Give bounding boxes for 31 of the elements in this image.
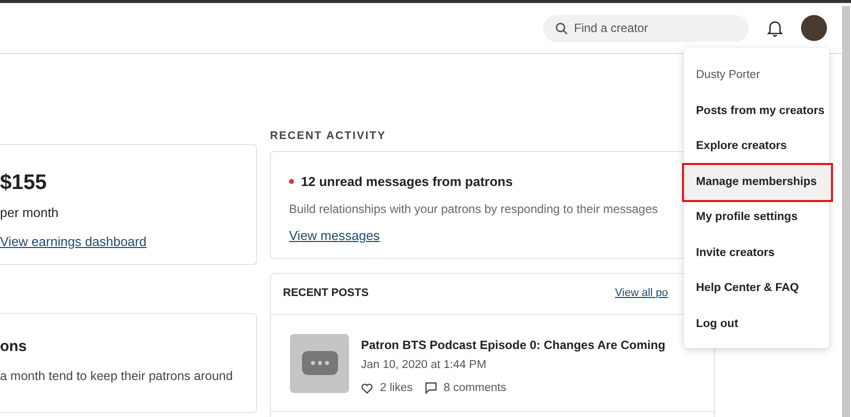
earnings-dashboard-link[interactable]: View earnings dashboard [0, 232, 146, 251]
user-name[interactable]: Dusty Porter [684, 58, 829, 94]
view-messages-link[interactable]: View messages [289, 226, 380, 246]
heart-icon[interactable] [361, 382, 373, 394]
activity-text: Build relationships with your patrons by responding to their messages [289, 201, 659, 218]
comment-icon[interactable] [424, 382, 437, 394]
bell-icon[interactable] [767, 19, 783, 37]
search-field[interactable]: Find a creator [543, 14, 749, 42]
menu-item[interactable]: Explore creators [684, 129, 829, 164]
comments-count: 8 comments [444, 380, 506, 396]
likes-count: 2 likes [380, 380, 413, 396]
menu-item[interactable]: Posts from my creators [684, 94, 829, 129]
earnings-amount: $155 [0, 171, 47, 195]
activity-title: 12 unread messages from patrons [301, 172, 513, 191]
menu-item[interactable]: Help Center & FAQ [684, 271, 829, 306]
view-all-posts-link[interactable]: View all po [615, 285, 668, 302]
post-date: Jan 10, 2020 at 1:44 PM [361, 358, 486, 372]
menu-item[interactable]: Invite creators [684, 236, 829, 271]
earnings-period: per month [0, 204, 59, 222]
section-heading: RECENT ACTIVITY [270, 129, 386, 144]
menu-item[interactable]: My profile settings [684, 200, 829, 236]
tip-title: ons [0, 337, 27, 357]
avatar[interactable] [801, 15, 827, 41]
scrollbar[interactable] [842, 6, 850, 417]
post-title[interactable]: Patron BTS Podcast Episode 0: Changes Are Coming [361, 336, 666, 354]
speech-bubble-icon [302, 351, 338, 375]
search-icon [555, 22, 568, 34]
tip-text: a month tend to keep their patrons around [0, 368, 233, 385]
posts-heading: RECENT POSTS [283, 286, 369, 302]
menu-item[interactable]: Manage memberships [684, 164, 831, 200]
menu-item[interactable]: Log out [684, 306, 829, 342]
